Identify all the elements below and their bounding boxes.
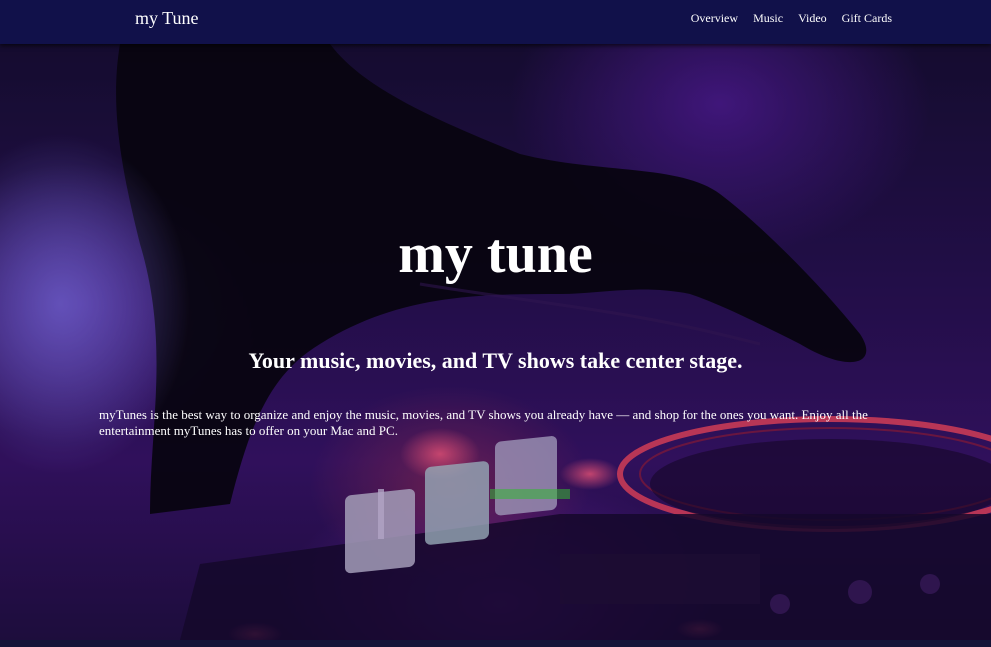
hero-subtitle: Your music, movies, and TV shows take ce…: [248, 348, 743, 373]
footer-bar: [0, 640, 991, 647]
nav-link-music[interactable]: Music: [753, 11, 783, 26]
nav-link-gift-cards[interactable]: Gift Cards: [842, 11, 892, 26]
page: my Tune Overview Music Video Gift Cards: [0, 0, 991, 647]
nav-links: Overview Music Video Gift Cards: [691, 11, 892, 26]
hero-section: my tune Your music, movies, and TV shows…: [0, 44, 991, 640]
brand-logo-link[interactable]: my Tune: [135, 8, 199, 29]
navbar: my Tune Overview Music Video Gift Cards: [0, 0, 991, 44]
nav-link-video[interactable]: Video: [798, 11, 827, 26]
nav-link-overview[interactable]: Overview: [691, 11, 738, 26]
hero-description: myTunes is the best way to organize and …: [99, 407, 868, 438]
hero-title: my tune: [398, 223, 593, 285]
hero-overlay: [0, 44, 991, 640]
